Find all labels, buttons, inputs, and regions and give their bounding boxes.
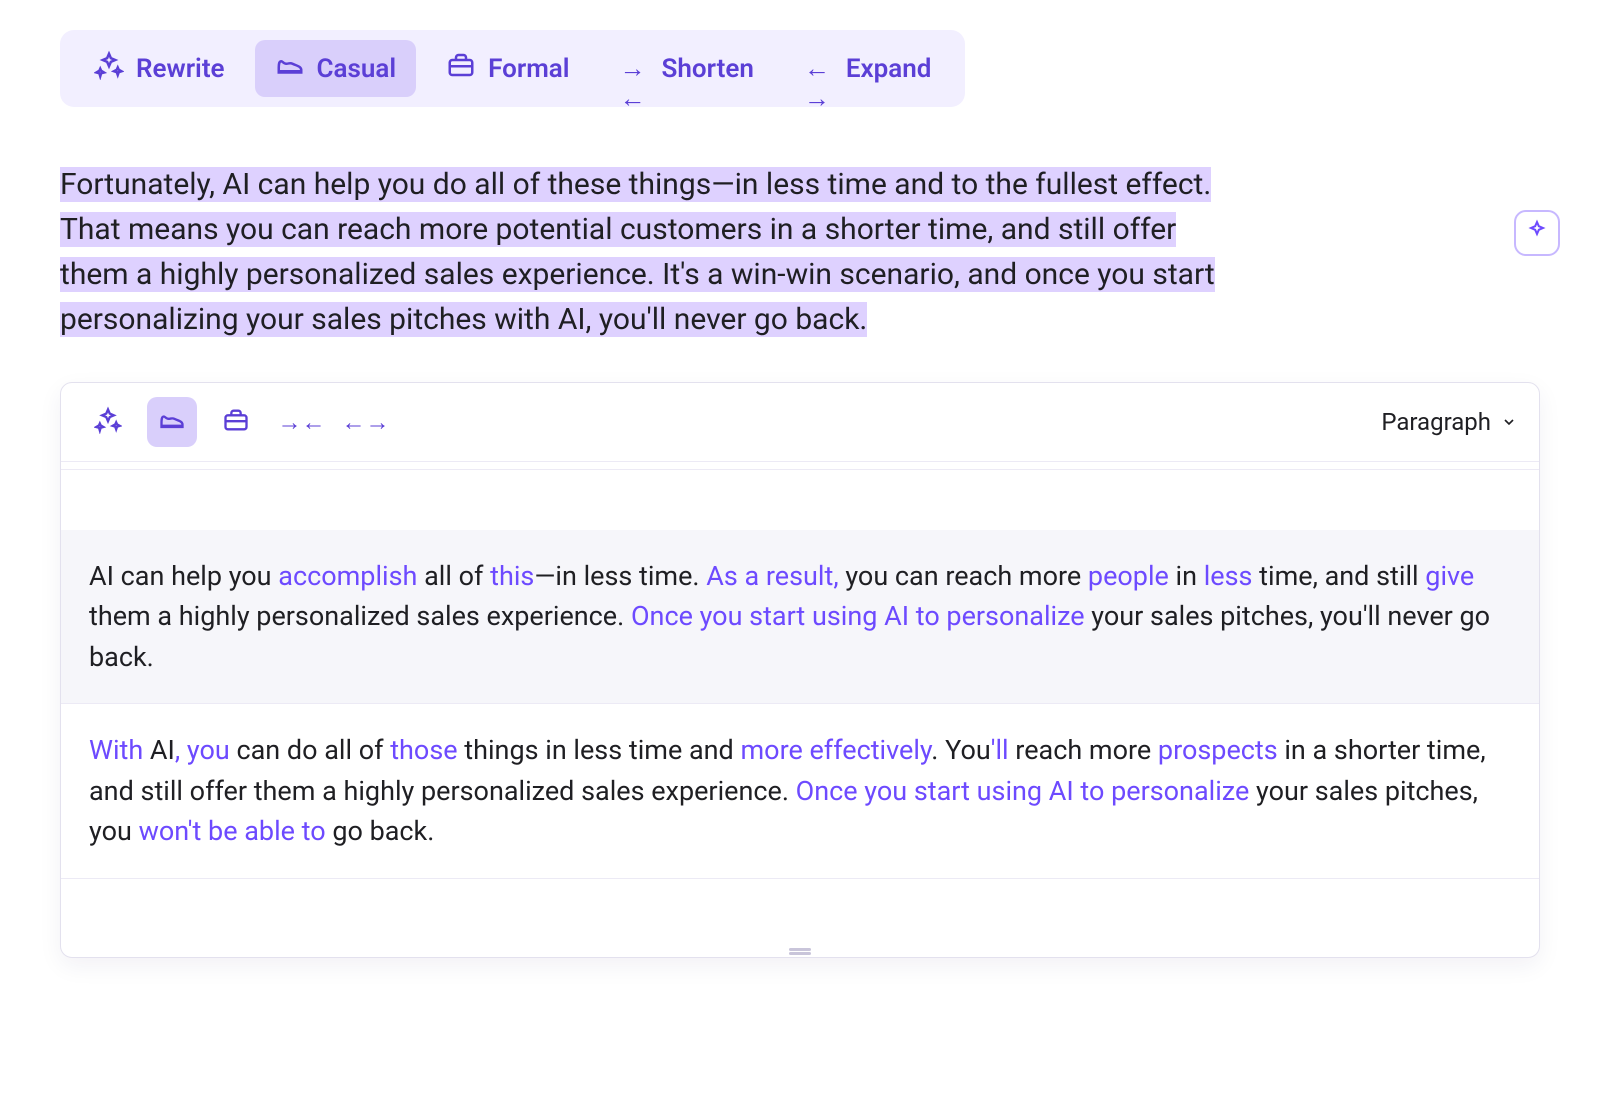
mode-casual-button[interactable] (147, 397, 197, 447)
changed-text: prospects (1158, 734, 1278, 766)
formal-button[interactable]: Formal (426, 40, 589, 97)
changed-text: , you (175, 734, 230, 766)
sneaker-icon (158, 406, 186, 438)
changed-text: won't be able to (139, 815, 326, 847)
unchanged-text: can do all of (230, 734, 390, 766)
formal-label: Formal (488, 54, 569, 84)
changed-text: With (89, 734, 143, 766)
rewrite-toolbar: Rewrite Casual Formal → ← Shorten ← → Ex… (60, 30, 965, 107)
changed-text: accomplish (278, 560, 417, 592)
expand-icon: ← → (804, 54, 834, 84)
suggestion-list[interactable]: experience at the same time. You'll neve… (61, 461, 1539, 941)
unchanged-text: things in less time and (458, 734, 741, 766)
mode-shorten-button[interactable]: → ← (275, 397, 325, 447)
grip-icon (789, 948, 811, 951)
unchanged-text: . You (931, 734, 990, 766)
source-paragraph[interactable]: Fortunately, AI can help you do all of t… (60, 162, 1250, 342)
unchanged-text: AI (143, 734, 175, 766)
ai-assist-floating-button[interactable] (1514, 210, 1560, 256)
sneaker-icon (275, 50, 305, 87)
resize-handle[interactable] (61, 941, 1539, 957)
shorten-button[interactable]: → ← Shorten (600, 44, 774, 94)
unchanged-text: all of (417, 560, 490, 592)
suggestion-row[interactable]: experience at the same time. You'll neve… (61, 461, 1539, 470)
panel-toolbar: → ← ← → Paragraph (61, 383, 1539, 461)
rewrite-button[interactable]: Rewrite (74, 40, 245, 97)
unchanged-text: them a highly personalized sales experie… (89, 600, 631, 632)
suggestion-panel: → ← ← → Paragraph experience at the same… (60, 382, 1540, 958)
changed-text: Once you start using AI to personalize (631, 600, 1085, 632)
expand-button[interactable]: ← → Expand (784, 44, 952, 94)
changed-text: those (390, 734, 457, 766)
unchanged-text: in (1169, 560, 1204, 592)
scope-label: Paragraph (1381, 408, 1491, 436)
changed-text: As a result, (706, 560, 838, 592)
unchanged-text: you can reach more (839, 560, 1088, 592)
chevron-down-icon (1501, 408, 1517, 436)
shorten-label: Shorten (662, 54, 754, 84)
expand-label: Expand (846, 54, 932, 84)
suggestion-row[interactable]: With AI, you can do all of those things … (61, 704, 1539, 879)
sparkles-icon (94, 406, 122, 438)
unchanged-text: go back. (326, 815, 435, 847)
shorten-icon: → ← (620, 54, 650, 84)
suggestion-row[interactable]: AI can help you accomplish all of this—i… (61, 530, 1539, 705)
shorten-icon: → ← (278, 407, 323, 437)
unchanged-text: —in less time. (534, 560, 706, 592)
mode-rewrite-button[interactable] (83, 397, 133, 447)
briefcase-icon (222, 406, 250, 438)
changed-text: less (1204, 560, 1253, 592)
sparkle-icon (1525, 219, 1549, 247)
casual-button[interactable]: Casual (255, 40, 417, 97)
highlighted-text: Fortunately, AI can help you do all of t… (60, 167, 1215, 337)
rewrite-label: Rewrite (136, 54, 225, 84)
unchanged-text: time, and still (1252, 560, 1425, 592)
sparkles-icon (94, 50, 124, 87)
changed-text: 'll (991, 734, 1009, 766)
unchanged-text: AI can help you (89, 560, 278, 592)
expand-icon: ← → (342, 407, 387, 437)
unchanged-text: reach more (1009, 734, 1158, 766)
changed-text: this (490, 560, 534, 592)
changed-text: Once you start using AI to personalize (796, 775, 1250, 807)
changed-text: people (1088, 560, 1169, 592)
mode-expand-button[interactable]: ← → (339, 397, 389, 447)
mode-formal-button[interactable] (211, 397, 261, 447)
changed-text: give (1425, 560, 1474, 592)
briefcase-icon (446, 50, 476, 87)
scope-dropdown[interactable]: Paragraph (1381, 408, 1517, 436)
changed-text: more effectively (741, 734, 932, 766)
casual-label: Casual (317, 54, 397, 84)
